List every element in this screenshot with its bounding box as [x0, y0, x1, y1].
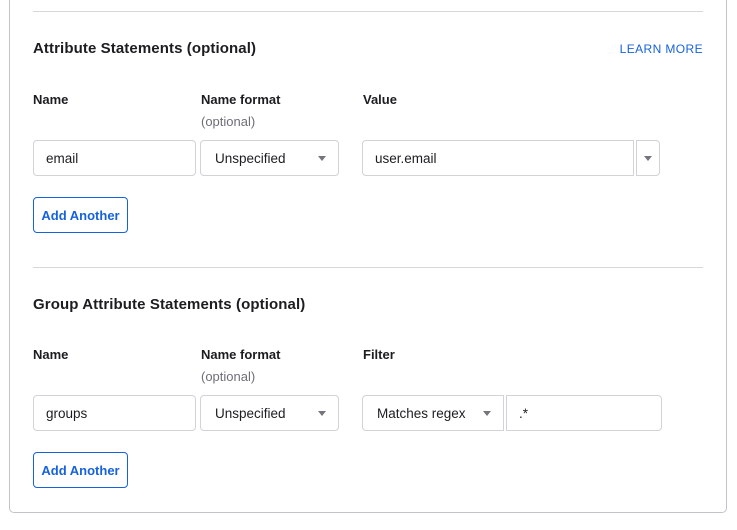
attr-value-input[interactable] — [362, 140, 634, 176]
group-col-name-label: Name — [33, 347, 69, 362]
chevron-down-icon — [318, 410, 326, 416]
group-filter-value-input[interactable] — [506, 395, 662, 431]
section-divider — [33, 267, 703, 268]
attr-name-format-select[interactable]: Unspecified — [200, 140, 339, 176]
group-name-format-value: Unspecified — [215, 405, 286, 421]
section-divider — [33, 11, 703, 12]
group-add-another-button[interactable]: Add Another — [33, 452, 128, 488]
settings-card — [9, 0, 727, 513]
learn-more-link[interactable]: LEARN MORE — [620, 42, 703, 56]
chevron-down-icon — [318, 155, 326, 161]
group-name-input[interactable] — [33, 395, 196, 431]
attr-col-format-optional-note: (optional) — [201, 114, 256, 129]
group-filter-type-select[interactable]: Matches regex — [362, 395, 504, 431]
attr-add-another-button[interactable]: Add Another — [33, 197, 128, 233]
group-filter-type-value: Matches regex — [377, 405, 466, 421]
group-attribute-statements-title: Group Attribute Statements (optional) — [33, 296, 306, 313]
saml-settings-panel: Attribute Statements (optional) LEARN MO… — [0, 0, 737, 530]
attr-col-name-label: Name — [33, 92, 69, 107]
chevron-down-icon — [644, 155, 652, 161]
chevron-down-icon — [483, 410, 491, 416]
group-col-format-optional-note: (optional) — [201, 369, 256, 384]
attribute-statements-title: Attribute Statements (optional) — [33, 40, 257, 57]
attr-name-input[interactable] — [33, 140, 196, 176]
attr-col-value-label: Value — [363, 92, 397, 107]
group-col-filter-label: Filter — [363, 347, 395, 362]
group-name-format-select[interactable]: Unspecified — [200, 395, 339, 431]
attr-name-format-value: Unspecified — [215, 150, 286, 166]
group-col-format-label: Name format — [201, 347, 281, 362]
attr-value-dropdown-button[interactable] — [636, 140, 660, 176]
attr-col-format-label: Name format — [201, 92, 281, 107]
